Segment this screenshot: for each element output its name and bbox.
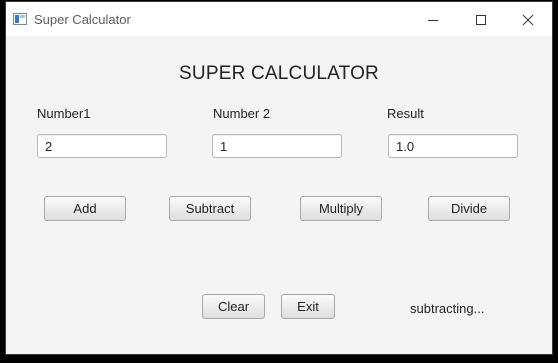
- number2-input[interactable]: [212, 134, 342, 158]
- add-button[interactable]: Add: [44, 196, 126, 221]
- maximize-button[interactable]: [458, 2, 504, 36]
- close-button[interactable]: [505, 2, 551, 36]
- subtract-button[interactable]: Subtract: [169, 196, 251, 221]
- page-title: SUPER CALCULATOR: [179, 63, 379, 84]
- result-field[interactable]: [388, 134, 518, 158]
- status-text: subtracting...: [410, 301, 485, 316]
- minimize-button[interactable]: [410, 2, 456, 36]
- close-icon: [522, 14, 534, 26]
- exit-button[interactable]: Exit: [281, 294, 335, 319]
- app-window-icon: [13, 13, 27, 25]
- clear-button[interactable]: Clear: [202, 294, 265, 319]
- window-title: Super Calculator: [34, 12, 131, 27]
- number2-label: Number 2: [213, 106, 271, 121]
- result-label: Result: [387, 106, 424, 121]
- multiply-button[interactable]: Multiply: [300, 196, 382, 221]
- title-bar[interactable]: Super Calculator: [6, 2, 552, 36]
- number1-input[interactable]: [37, 134, 167, 158]
- app-window: Super Calculator SUPER CALCULATOR Number…: [5, 1, 553, 355]
- number1-label: Number1: [37, 106, 91, 121]
- divide-button[interactable]: Divide: [428, 196, 510, 221]
- minimize-icon: [428, 20, 438, 21]
- maximize-icon: [476, 15, 486, 25]
